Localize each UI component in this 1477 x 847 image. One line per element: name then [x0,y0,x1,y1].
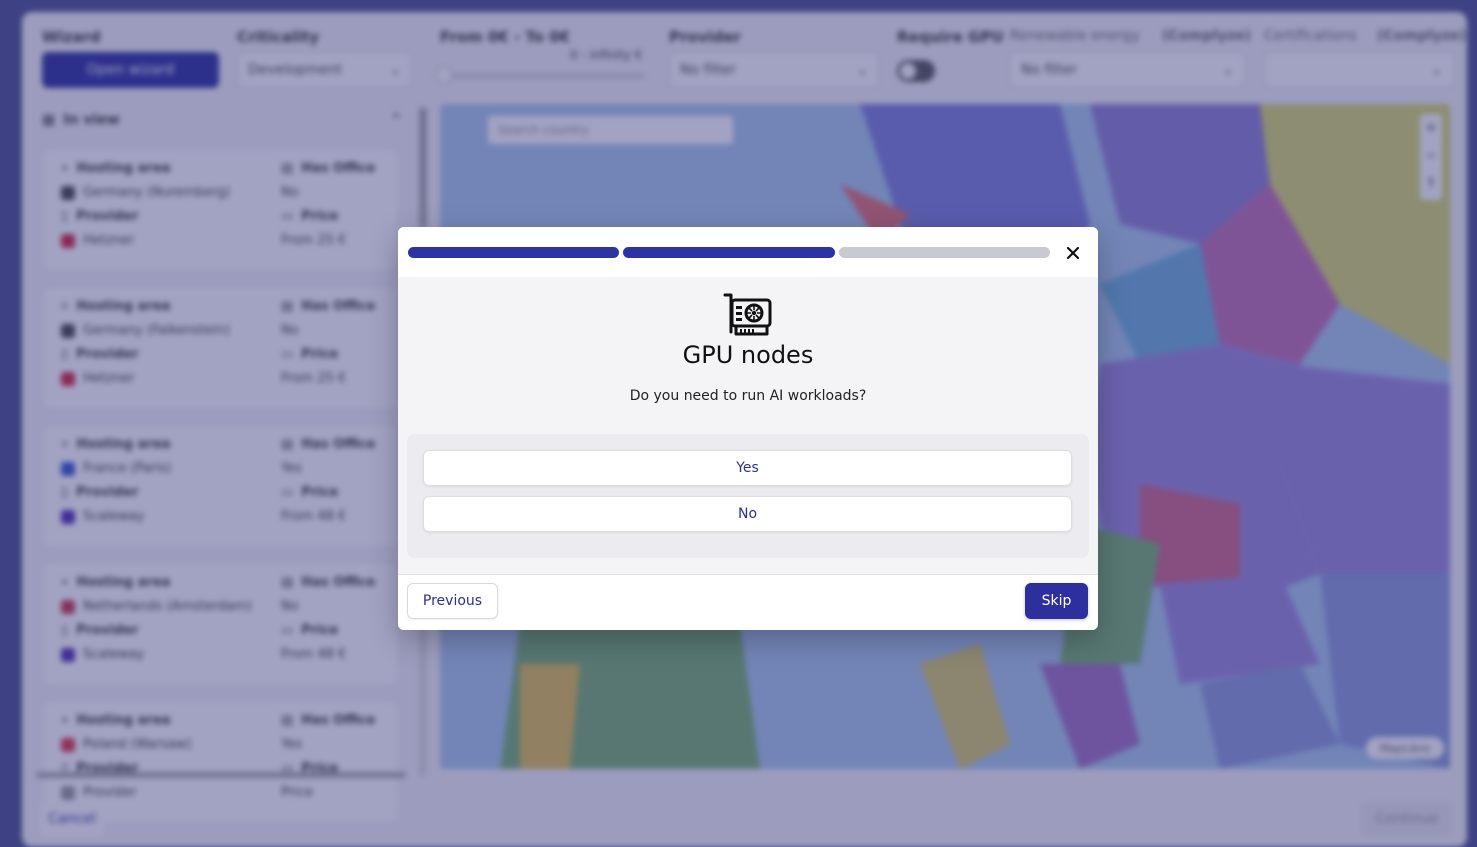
progress-segment-1 [408,247,620,258]
modal-question: Do you need to run AI workloads? [629,388,867,404]
close-icon [1066,246,1080,260]
close-button[interactable] [1061,241,1085,265]
modal-body: GPU nodes Do you need to run AI workload… [398,277,1098,574]
previous-button[interactable]: Previous [407,583,498,619]
option-yes-button[interactable]: Yes [423,450,1072,486]
options-group: Yes No [407,434,1089,558]
modal-footer: Previous Skip [398,574,1098,630]
progress-segment-2 [623,247,835,258]
modal-title: GPU nodes [682,341,814,369]
gpu-card-icon [723,293,772,336]
option-no-button[interactable]: No [423,496,1072,532]
modal-header [398,227,1098,277]
progress-segment-3 [838,247,1050,258]
skip-button[interactable]: Skip [1025,583,1088,619]
wizard-modal: GPU nodes Do you need to run AI workload… [398,227,1098,630]
